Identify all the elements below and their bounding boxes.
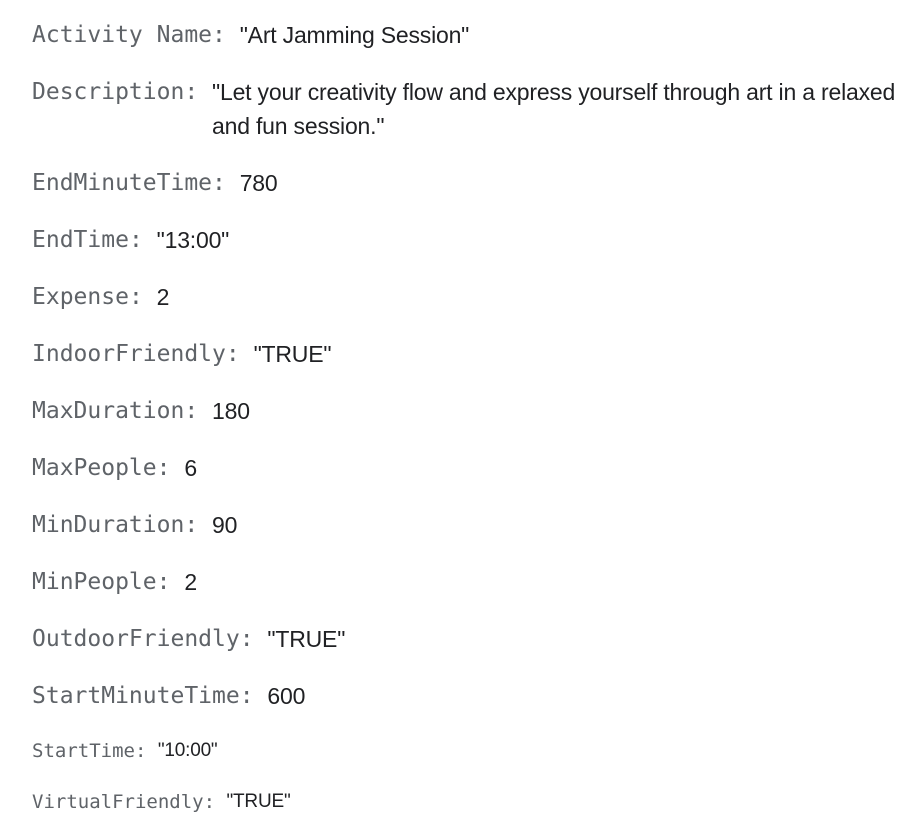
field-value: 6	[184, 455, 197, 481]
field-row-indoor-friendly: IndoorFriendly : "TRUE"	[32, 337, 898, 371]
field-value: 2	[156, 284, 170, 310]
field-value: 90	[212, 512, 238, 538]
field-value: "Art Jamming Session"	[239, 22, 470, 48]
field-key: Description	[32, 79, 185, 105]
field-separator: :	[184, 398, 213, 424]
field-value: "13:00"	[156, 227, 230, 253]
field-key: VirtualFriendly	[32, 791, 204, 813]
field-separator: :	[212, 22, 240, 48]
field-separator: :	[225, 341, 254, 367]
field-key: StartTime	[32, 740, 135, 762]
field-value: "Let your creativity flow and express yo…	[212, 79, 896, 139]
field-value: "TRUE"	[267, 626, 346, 652]
field-row-end-minute-time: EndMinuteTime : 780	[32, 166, 898, 200]
field-value: 600	[267, 683, 306, 709]
field-separator: :	[156, 569, 185, 595]
field-key: EndTime	[32, 227, 129, 253]
field-separator: :	[134, 740, 158, 762]
field-row-activity-name: Activity Name : "Art Jamming Session"	[32, 18, 898, 52]
field-separator: :	[184, 512, 213, 538]
field-key: MinDuration	[32, 512, 185, 538]
field-row-min-people: MinPeople : 2	[32, 565, 898, 599]
field-key: StartMinuteTime	[32, 683, 240, 709]
field-row-max-people: MaxPeople : 6	[32, 451, 898, 485]
field-list: Activity Name : "Art Jamming Session" De…	[32, 18, 898, 817]
field-separator: :	[128, 284, 157, 310]
field-row-start-time: StartTime : "10:00"	[32, 736, 898, 766]
field-row-max-duration: MaxDuration : 180	[32, 394, 898, 428]
field-row-min-duration: MinDuration : 90	[32, 508, 898, 542]
field-separator: :	[212, 170, 240, 196]
field-key: MaxDuration	[32, 398, 185, 424]
field-separator: :	[203, 791, 227, 813]
field-separator: :	[156, 455, 185, 481]
field-key: Activity Name	[32, 22, 213, 48]
field-value: "10:00"	[157, 740, 218, 761]
field-value: 780	[239, 170, 278, 196]
field-row-outdoor-friendly: OutdoorFriendly : "TRUE"	[32, 622, 898, 656]
field-key: IndoorFriendly	[32, 341, 226, 367]
field-separator: :	[128, 227, 157, 253]
field-row-end-time: EndTime : "13:00"	[32, 223, 898, 257]
field-separator: :	[184, 79, 213, 105]
field-key: EndMinuteTime	[32, 170, 213, 196]
field-value: "TRUE"	[253, 341, 332, 367]
field-row-start-minute-time: StartMinuteTime : 600	[32, 679, 898, 713]
field-separator: :	[239, 626, 268, 652]
field-value: 2	[184, 569, 197, 595]
field-key: Expense	[32, 284, 129, 310]
field-row-expense: Expense : 2	[32, 280, 898, 314]
field-value: 180	[212, 398, 250, 424]
field-key: MaxPeople	[32, 455, 157, 481]
field-key: OutdoorFriendly	[32, 626, 240, 652]
field-separator: :	[239, 683, 268, 709]
field-row-description: Description : "Let your creativity flow …	[32, 75, 898, 143]
field-key: MinPeople	[32, 569, 157, 595]
field-row-virtual-friendly: VirtualFriendly : "TRUE"	[32, 787, 898, 817]
field-value: "TRUE"	[226, 791, 291, 812]
